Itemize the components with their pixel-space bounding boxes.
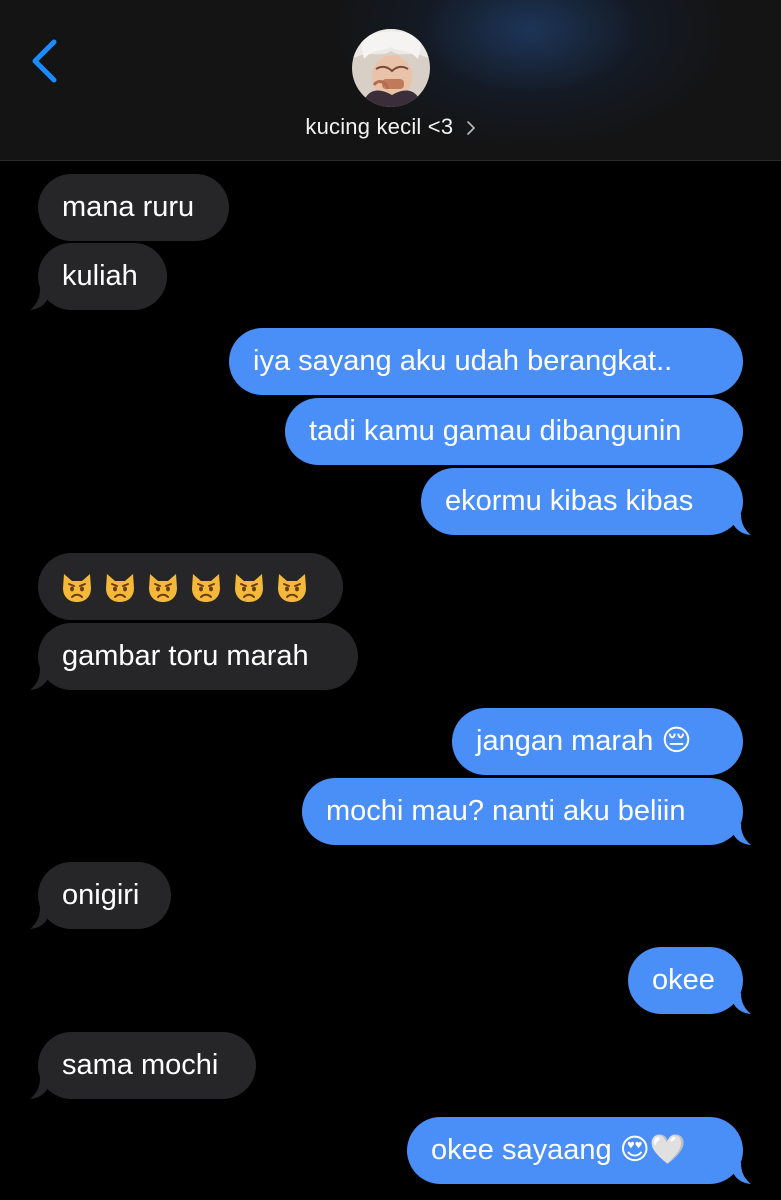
message-text: tadi kamu gamau dibangunin — [309, 415, 682, 447]
outgoing-message[interactable]: mochi mau? nanti aku beliin — [302, 778, 743, 845]
message-text: kuliah — [62, 260, 138, 292]
chevron-left-icon — [32, 39, 57, 83]
message-text: gambar toru marah — [62, 640, 309, 672]
emoji-row — [60, 553, 321, 620]
message-text: ekormu kibas kibas — [445, 485, 694, 517]
message-text: mochi mau? nanti aku beliin — [326, 795, 686, 827]
pouting-cat-icon — [63, 573, 91, 602]
incoming-message[interactable]: gambar toru marah — [38, 623, 358, 690]
chevron-right-icon — [466, 121, 475, 135]
message-text: okee sayaang 😍🤍 — [431, 1134, 686, 1166]
outgoing-message[interactable]: okee — [628, 947, 743, 1014]
pouting-cat-icon — [106, 573, 134, 602]
pouting-cat-icon — [192, 573, 220, 602]
contact-avatar[interactable] — [352, 29, 430, 107]
back-button[interactable] — [24, 36, 64, 86]
outgoing-message[interactable]: ekormu kibas kibas — [421, 468, 743, 535]
message-text: okee — [652, 964, 715, 996]
message-text: sama mochi — [62, 1049, 219, 1081]
message-text: mana ruru — [62, 191, 195, 223]
message-text: iya sayang aku udah berangkat.. — [253, 345, 673, 377]
message-text: onigiri — [62, 879, 140, 911]
incoming-message[interactable] — [38, 553, 343, 620]
pouting-cat-icon — [235, 573, 263, 602]
contact-name: kucing kecil <3 — [305, 114, 454, 139]
pouting-cat-icon — [278, 573, 306, 602]
incoming-message[interactable]: onigiri — [38, 862, 171, 929]
incoming-message[interactable]: kuliah — [38, 243, 167, 310]
outgoing-message[interactable]: iya sayang aku udah berangkat.. — [229, 328, 743, 395]
avatar-image — [352, 29, 430, 107]
message-text: jangan marah 😔 — [476, 725, 692, 757]
outgoing-message[interactable]: okee sayaang 😍🤍 — [407, 1117, 743, 1184]
contact-name-button[interactable]: kucing kecil <3 — [0, 114, 781, 140]
outgoing-message[interactable]: tadi kamu gamau dibangunin — [285, 398, 743, 465]
incoming-message[interactable]: mana ruru — [38, 174, 229, 241]
outgoing-message[interactable]: jangan marah 😔 — [452, 708, 743, 775]
incoming-message[interactable]: sama mochi — [38, 1032, 256, 1099]
pouting-cat-icon — [149, 573, 177, 602]
chat-header: kucing kecil <3 — [0, 0, 781, 161]
